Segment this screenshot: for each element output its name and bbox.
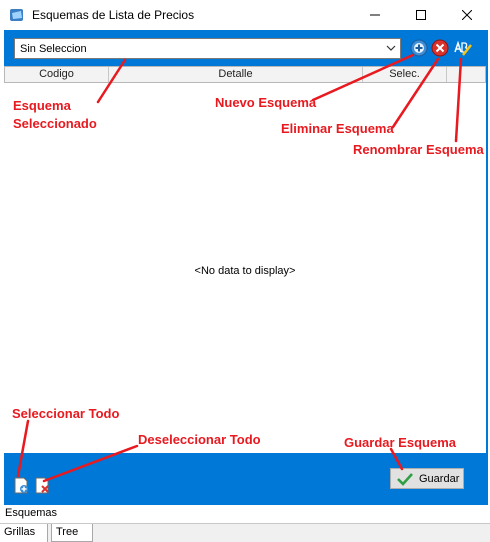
deselect-all-button[interactable]: [34, 477, 52, 495]
column-header-selec[interactable]: Selec.: [363, 67, 447, 82]
grid-body[interactable]: <No data to display>: [4, 83, 486, 453]
close-button[interactable]: [444, 0, 490, 30]
save-button[interactable]: Guardar: [390, 468, 464, 489]
column-header-detalle[interactable]: Detalle: [109, 67, 363, 82]
column-header-codigo[interactable]: Codigo: [5, 67, 109, 82]
checkmark-icon: [397, 472, 413, 486]
annotation-select-all: Seleccionar Todo: [12, 406, 120, 421]
schema-select-value: Sin Seleccion: [20, 43, 87, 55]
new-schema-button[interactable]: [410, 39, 428, 57]
status-label: Esquemas: [5, 507, 57, 519]
title-bar: Esquemas de Lista de Precios: [0, 0, 490, 30]
tab-tree[interactable]: Tree: [51, 524, 93, 542]
schema-select[interactable]: Sin Seleccion: [14, 38, 401, 59]
annotation-deselect-all: Deseleccionar Todo: [138, 432, 261, 447]
tab-strip: Grillas Tree: [0, 523, 490, 542]
window-title: Esquemas de Lista de Precios: [32, 8, 195, 22]
window: Esquemas de Lista de Precios Sin Selecci…: [0, 0, 490, 542]
select-all-button[interactable]: [13, 477, 31, 495]
maximize-button[interactable]: [398, 0, 444, 30]
empty-grid-message: <No data to display>: [194, 265, 296, 277]
close-icon: [462, 10, 472, 20]
save-button-label: Guardar: [419, 472, 460, 485]
annotation-delete-schema: Eliminar Esquema: [281, 121, 394, 136]
maximize-icon: [416, 10, 426, 20]
annotation-schema-selected-line1: Esquema: [13, 98, 71, 113]
annotation-schema-selected-line2: Seleccionado: [13, 116, 97, 131]
delete-schema-button[interactable]: [431, 39, 449, 57]
minimize-button[interactable]: [352, 0, 398, 30]
app-icon: [10, 9, 23, 21]
annotation-new-schema: Nuevo Esquema: [215, 95, 317, 110]
annotation-save-schema: Guardar Esquema: [344, 435, 456, 450]
tab-grillas[interactable]: Grillas: [0, 524, 48, 542]
chevron-down-icon: [386, 45, 396, 51]
annotation-rename-schema: Renombrar Esquema: [353, 142, 484, 157]
grid-header: Codigo Detalle Selec.: [4, 66, 486, 83]
rename-schema-button[interactable]: [454, 39, 472, 57]
minimize-icon: [370, 14, 380, 16]
